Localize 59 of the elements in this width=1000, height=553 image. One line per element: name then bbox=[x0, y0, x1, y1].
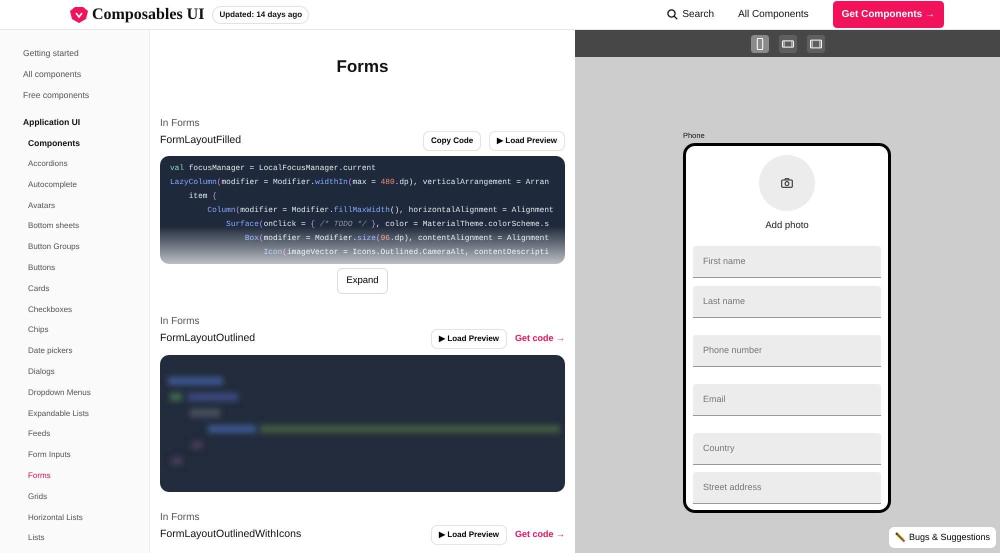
sidebar-item[interactable]: Bottom sheets bbox=[23, 216, 149, 238]
sidebar-item[interactable]: Forms bbox=[23, 466, 149, 487]
sidebar-item[interactable]: Expandable Lists bbox=[23, 404, 149, 424]
text-field[interactable]: Street address bbox=[693, 472, 881, 504]
camera-icon bbox=[781, 178, 793, 188]
logo-icon bbox=[70, 6, 88, 22]
text-field[interactable]: First name bbox=[693, 246, 881, 278]
search-link[interactable]: Search bbox=[667, 7, 714, 22]
sidebar-item[interactable]: Chips bbox=[23, 320, 149, 342]
category-label: In Forms bbox=[160, 314, 200, 329]
pencil-icon bbox=[894, 532, 905, 542]
sidebar-item[interactable]: Dropdown Menus bbox=[23, 382, 149, 404]
text-field[interactable]: Phone number bbox=[693, 334, 881, 366]
sidebar-item[interactable]: Checkboxes bbox=[23, 300, 149, 320]
sidebar-item[interactable]: Dialogs bbox=[23, 362, 149, 383]
sidebar-item[interactable]: Buttons bbox=[23, 258, 149, 279]
get-code-link[interactable]: Get code → bbox=[514, 332, 565, 346]
sidebar-link[interactable]: Free components bbox=[23, 85, 149, 106]
device-phone-button[interactable] bbox=[750, 34, 768, 52]
sidebar-section-title: Application UI bbox=[23, 116, 82, 129]
component-title: FormLayoutOutlinedWithIcons bbox=[160, 526, 302, 542]
nav-link[interactable]: All Components bbox=[738, 7, 809, 22]
sidebar-item[interactable]: Cards bbox=[23, 278, 149, 300]
desktop-landscape-icon bbox=[808, 36, 822, 50]
component-title: FormLayoutFilled bbox=[160, 132, 242, 148]
category-label: In Forms bbox=[160, 510, 200, 525]
sidebar-item[interactable]: Horizontal Lists bbox=[23, 508, 149, 528]
sidebar-item[interactable]: Date pickers bbox=[23, 341, 149, 362]
updated-badge: Updated: 14 days ago bbox=[212, 6, 310, 24]
brand-name[interactable]: Composables UI bbox=[92, 2, 204, 26]
text-field[interactable]: Email bbox=[693, 384, 881, 416]
sidebar-item[interactable]: Button Groups bbox=[23, 237, 149, 258]
feedback-button[interactable]: Bugs & Suggestions bbox=[888, 526, 996, 548]
page-title: Forms bbox=[336, 56, 390, 78]
sidebar-item[interactable]: Avatars bbox=[23, 196, 149, 216]
sidebar-link[interactable]: Getting started bbox=[23, 43, 149, 64]
sidebar-item[interactable]: Lists bbox=[23, 528, 149, 550]
action-button[interactable]: ▶ Load Preview bbox=[431, 524, 507, 545]
action-button[interactable]: ▶ Load Preview bbox=[431, 328, 507, 349]
action-button[interactable]: Copy Code bbox=[422, 130, 482, 150]
get-code-link[interactable]: Get code → bbox=[514, 528, 565, 542]
component-title: FormLayoutOutlined bbox=[160, 330, 256, 346]
sidebar-group-title: Components bbox=[27, 137, 81, 150]
sidebar-item[interactable]: Feeds bbox=[23, 424, 149, 446]
text-field[interactable]: Country bbox=[693, 432, 881, 464]
add-photo-label: Add photo bbox=[764, 219, 810, 234]
sidebar-item[interactable]: Autocomplete bbox=[23, 174, 149, 196]
text-field[interactable]: Last name bbox=[693, 286, 881, 318]
search-icon bbox=[667, 9, 678, 20]
sidebar-item[interactable]: Grids bbox=[23, 486, 149, 508]
sidebar-item[interactable]: Accordions bbox=[23, 154, 149, 175]
category-label: In Forms bbox=[160, 116, 200, 130]
device-tablet-button[interactable] bbox=[778, 34, 796, 52]
device-desktop-button[interactable] bbox=[806, 34, 824, 52]
sidebar-link[interactable]: All components bbox=[23, 64, 149, 85]
action-button[interactable]: ▶ Load Preview bbox=[489, 130, 565, 150]
get-components-button[interactable]: Get Components → bbox=[832, 1, 944, 28]
sidebar-item[interactable]: Form Inputs bbox=[23, 445, 149, 466]
expand-button[interactable]: Expand bbox=[337, 268, 388, 294]
